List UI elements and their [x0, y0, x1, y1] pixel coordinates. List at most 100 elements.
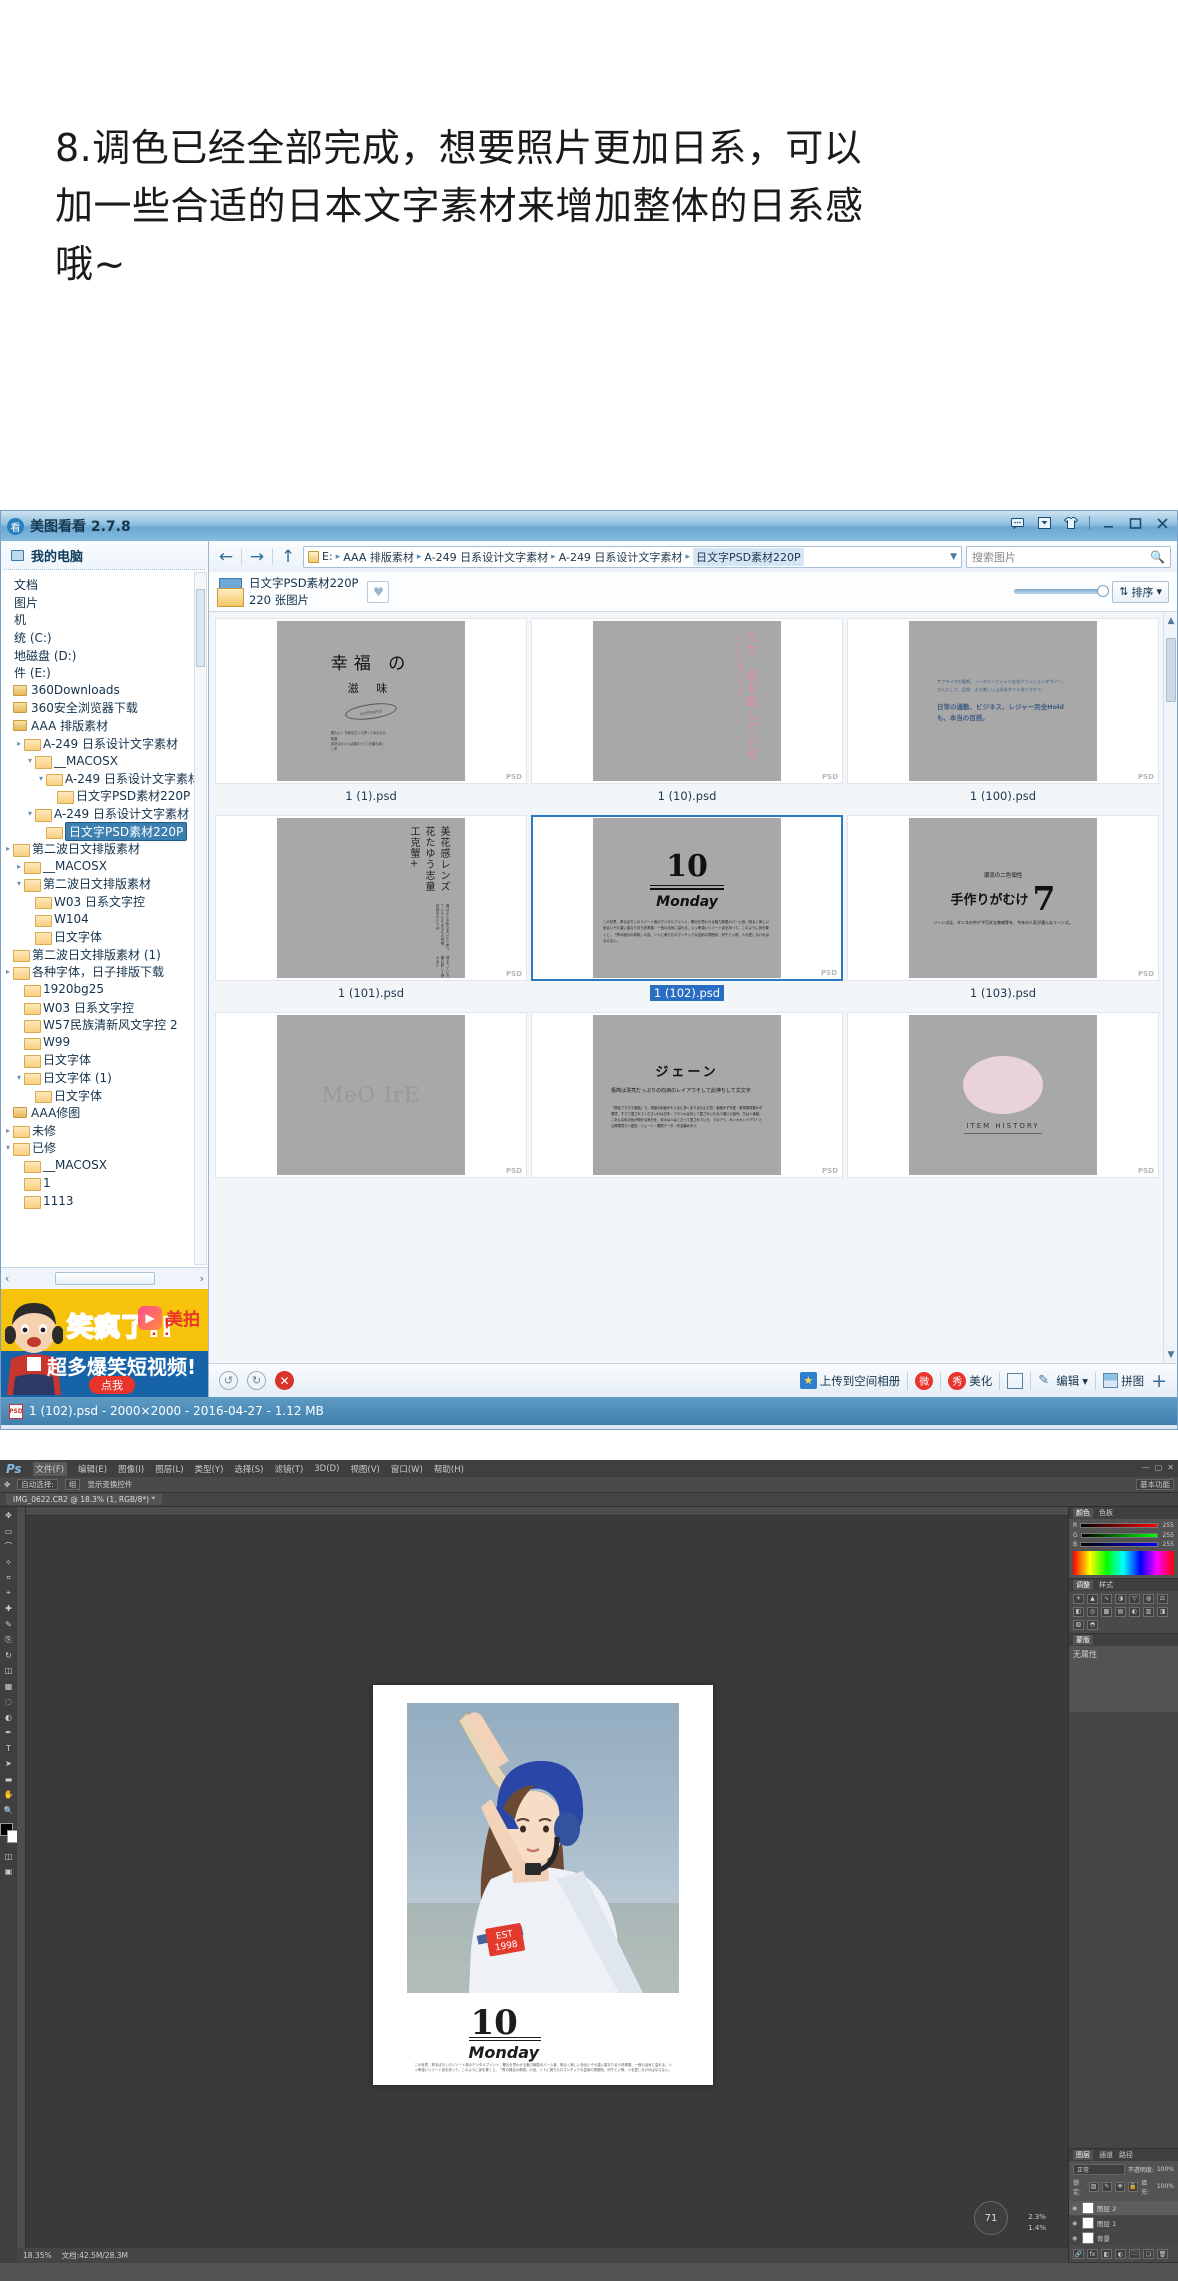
tab-paths[interactable]: 路径	[1119, 2150, 1133, 2160]
thumbnail-filename[interactable]: 1 (102).psd	[531, 981, 843, 1008]
tree-node[interactable]: 日文字体	[1, 928, 208, 946]
thumbnail-image[interactable]: 美花感レンズ 花たゆう志童工克蟹+ 僕はよく平和な太いだと思っていた ただあなたの…	[215, 815, 527, 981]
maximize-icon[interactable]: ▢	[1155, 1463, 1163, 1472]
scroll-left-icon[interactable]: ‹	[5, 1272, 9, 1285]
layer-visibility-icon[interactable]: ◉	[1072, 2220, 1079, 2227]
thumbnail-image[interactable]: 10 Monday この世界、夢まぼろしのリゾート風のデジタルプリント、椰元を思わせ…	[531, 815, 843, 981]
minimize-to-tray-icon[interactable]	[1035, 514, 1053, 532]
thumbnail-cell[interactable]: 美花感レンズ 花たゆう志童工克蟹+ 僕はよく平和な太いだと思っていた ただあなたの…	[215, 815, 527, 1008]
tree-scrollbar-thumb[interactable]	[196, 589, 205, 667]
breadcrumb-item[interactable]: AAA 排版素材	[343, 549, 414, 565]
breadcrumb-item[interactable]: E:	[322, 550, 333, 563]
expand-arrow-open-icon[interactable]: ▾	[25, 809, 35, 818]
tree-node[interactable]: W104	[1, 910, 208, 928]
favorite-icon[interactable]: ♥	[367, 580, 390, 603]
levels-icon[interactable]: ▲	[1087, 1593, 1098, 1604]
tree-node[interactable]: 360Downloads	[1, 682, 208, 700]
tree-node[interactable]: W99	[1, 1033, 208, 1051]
thumbnail-cell[interactable]: サプライズの截断、ノースリーブシャツ尖领ファッションデザイン、びんとして、品質、…	[847, 618, 1159, 811]
tree-node[interactable]: 件 (E:)	[1, 664, 208, 682]
tree-node[interactable]: ▸ 未修	[1, 1121, 208, 1139]
tree-node[interactable]: 文档	[1, 576, 208, 594]
minimize-icon[interactable]: —	[1142, 1463, 1150, 1472]
new-layer-icon[interactable]: ❏	[1143, 2249, 1154, 2259]
expand-arrow-closed-icon[interactable]: ▸	[3, 844, 13, 853]
zoom-level[interactable]: 18.35%	[23, 2251, 52, 2260]
thumbnail-filename[interactable]: 1 (103).psd	[847, 981, 1159, 1008]
slider-knob[interactable]	[1097, 585, 1110, 597]
posterize-icon[interactable]: ▥	[1143, 1606, 1154, 1617]
tree-scrollbar[interactable]	[194, 572, 207, 1265]
tree-node[interactable]: 第二波日文排版素材 (1)	[1, 945, 208, 963]
workspace-selector[interactable]: 基本功能	[1136, 1479, 1174, 1490]
curves-icon[interactable]: ∿	[1101, 1593, 1112, 1604]
slideshow-button[interactable]	[1007, 1372, 1024, 1389]
document-canvas[interactable]: EST 1998 10 Monday この世界、夢まぼろしのリゾート風のデジタル…	[372, 1685, 713, 2085]
layer-style-icon[interactable]: fx	[1087, 2249, 1098, 2259]
sidebar-my-computer[interactable]: 我的电脑	[1, 541, 208, 569]
menu-item[interactable]: 类型(Y)	[195, 1463, 224, 1475]
channel-mixer-icon[interactable]: ▩	[1101, 1606, 1112, 1617]
search-icon[interactable]: 🔍	[1150, 550, 1165, 564]
search-box[interactable]: 搜索图片 🔍	[966, 545, 1171, 568]
expand-arrow-closed-icon[interactable]: ▸	[3, 1126, 13, 1135]
expand-arrow-open-icon[interactable]: ▾	[14, 1073, 24, 1082]
collage-button[interactable]: 拼图	[1103, 1373, 1144, 1389]
expand-arrow-open-icon[interactable]: ▾	[14, 879, 24, 888]
thumbnail-image[interactable]: 潮流の二色個性 手作りがむけ 7 リーンズは、タンスの中デザ可文な装様等を、今年の人気…	[847, 815, 1159, 981]
threshold-icon[interactable]: ◨	[1157, 1606, 1168, 1617]
thumbnail-cell[interactable]: 潮流の二色個性 手作りがむけ 7 リーンズは、タンスの中デザ可文な装様等を、今年の人気…	[847, 815, 1159, 1008]
history-brush-tool-icon[interactable]: ↻	[3, 1650, 15, 1661]
tree-node[interactable]: ▸ 各种字体，日子排版下载	[1, 963, 208, 981]
tree-node[interactable]: 图片	[1, 594, 208, 612]
add-mask-icon[interactable]: ◧	[1101, 2249, 1112, 2259]
lock-all-icon[interactable]: 🔒	[1128, 2181, 1139, 2192]
auto-select-value[interactable]: 组	[64, 1479, 81, 1490]
clone-stamp-tool-icon[interactable]: ⎘	[3, 1634, 15, 1645]
menu-item[interactable]: 3D(D)	[314, 1464, 339, 1474]
share-weibo-button[interactable]: 微	[915, 1371, 934, 1390]
tree-node[interactable]: ▾ 已修	[1, 1139, 208, 1157]
thumbnail-filename-selected[interactable]: 1 (102).psd	[649, 985, 725, 1001]
color-spectrum-strip[interactable]	[1073, 1550, 1174, 1575]
add-icon[interactable]: +	[1151, 1370, 1167, 1392]
layer-list[interactable]: ◉ 图层 2 ◉ 图层 1 ◉ 背景	[1069, 2201, 1178, 2246]
sidebar-advertisement[interactable]: 笑疯了!! 超多爆笑短视频! ▶ 美拍 点我	[1, 1289, 208, 1397]
feedback-icon[interactable]	[1008, 514, 1026, 532]
tree-node[interactable]: 1113	[1, 1192, 208, 1210]
back-icon[interactable]: ←	[215, 546, 237, 568]
menu-item[interactable]: 帮助(H)	[434, 1463, 464, 1475]
expand-arrow-closed-icon[interactable]: ▸	[3, 967, 13, 976]
eyedropper-tool-icon[interactable]: ⌖	[3, 1588, 15, 1599]
brush-tool-icon[interactable]: ✎	[3, 1619, 15, 1630]
menu-item[interactable]: 视图(V)	[350, 1463, 379, 1475]
lock-position-icon[interactable]: ✥	[1114, 2181, 1126, 2192]
thumbnail-image[interactable]: MeO IrE PSD	[215, 1012, 527, 1178]
grid-scrollbar-thumb[interactable]	[1166, 638, 1176, 702]
fill-value[interactable]: 100%	[1157, 2183, 1174, 2190]
menu-item[interactable]: 文件(F)	[32, 1461, 68, 1476]
tree-node[interactable]: 地磁盘 (D:)	[1, 646, 208, 664]
thumbnail-filename[interactable]: 1 (101).psd	[215, 981, 527, 1008]
color-lookup-icon[interactable]: ▤	[1115, 1606, 1126, 1617]
thumbnail-image[interactable]: ただ、君を愛している 今、言いたい言葉は、それだけです PSD	[531, 618, 843, 784]
thumbnail-cell[interactable]: MeO IrE PSD	[215, 1012, 527, 1178]
expand-arrow-closed-icon[interactable]: ▸	[14, 739, 24, 748]
tab-layers[interactable]: 图层	[1073, 2150, 1093, 2160]
breadcrumb-item[interactable]: A-249 日系设计文字素材	[424, 549, 548, 565]
scroll-up-icon[interactable]: ▲	[1165, 614, 1177, 627]
forward-icon[interactable]: →	[246, 546, 268, 568]
minimize-icon[interactable]	[1099, 514, 1117, 532]
tab-swatches[interactable]: 色板	[1099, 1508, 1113, 1518]
tree-node[interactable]: 日文字PSD素材220P	[1, 787, 208, 805]
crop-tool-icon[interactable]: ⌗	[3, 1572, 15, 1583]
delete-icon[interactable]: ✕	[275, 1371, 294, 1390]
up-icon[interactable]: ↑	[277, 546, 299, 568]
thumbnail-filename[interactable]: 1 (1).psd	[215, 784, 527, 811]
breadcrumb-item[interactable]: 日文字PSD素材220P	[692, 547, 804, 566]
color-slider-b[interactable]: B 255	[1073, 1541, 1174, 1548]
thumbnail-cell[interactable]: ジェーン 极简は漂亮だっぷりの向洄のレイアウそして此神ちして文文字 「簡化プラズマ素…	[531, 1012, 843, 1178]
layer-row[interactable]: ◉ 图层 1	[1069, 2216, 1178, 2231]
slider-track-b[interactable]	[1080, 1542, 1158, 1547]
show-transform-label[interactable]: 显示变换控件	[87, 1479, 132, 1490]
